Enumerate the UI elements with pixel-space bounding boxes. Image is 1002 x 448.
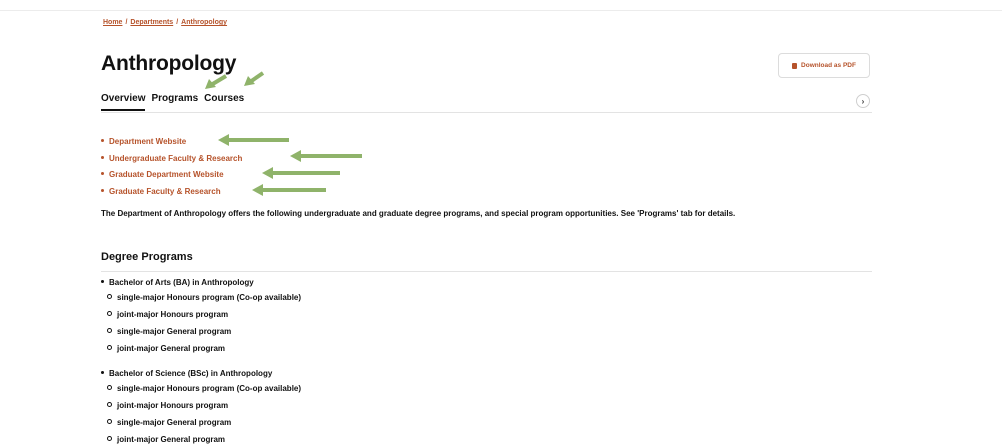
circle-bullet-icon: [107, 402, 112, 408]
download-pdf-label: Download as PDF: [801, 62, 856, 69]
ba-program-list: Bachelor of Arts (BA) in Anthropology si…: [101, 277, 301, 357]
arrow-icon: [205, 74, 228, 89]
program-option: single-major General program: [117, 418, 232, 427]
breadcrumb-separator: /: [125, 19, 128, 26]
tab-bar: Overview Programs Courses: [101, 93, 244, 111]
department-website-link[interactable]: Department Website: [109, 137, 186, 146]
department-links: Department Website Undergraduate Faculty…: [101, 134, 242, 200]
bullet-icon: [101, 280, 104, 284]
program-option: single-major Honours program (Co-op avai…: [117, 293, 302, 302]
list-item: single-major Honours program (Co-op avai…: [101, 380, 301, 397]
arrow-icon: [252, 184, 326, 196]
list-item: single-major Honours program (Co-op avai…: [101, 289, 301, 306]
graduate-department-website-link[interactable]: Graduate Department Website: [109, 170, 224, 179]
arrow-icon: [290, 150, 362, 162]
bsc-program-list: Bachelor of Science (BSc) in Anthropolog…: [101, 368, 301, 448]
degree-item-ba: Bachelor of Arts (BA) in Anthropology: [101, 277, 301, 289]
bullet-icon: [101, 172, 104, 176]
list-item: Graduate Faculty & Research: [101, 184, 242, 201]
bullet-icon: [101, 139, 104, 143]
list-item: joint-major Honours program: [101, 397, 301, 414]
intro-paragraph: The Department of Anthropology offers th…: [101, 209, 736, 218]
tab-courses[interactable]: Courses: [204, 93, 244, 111]
degree-programs-heading: Degree Programs: [101, 251, 193, 263]
circle-bullet-icon: [107, 294, 112, 300]
top-divider: [0, 10, 1002, 11]
list-item: single-major General program: [101, 414, 301, 431]
program-option: single-major General program: [117, 327, 232, 336]
chevron-right-icon: ›: [861, 96, 865, 106]
circle-bullet-icon: [107, 311, 112, 317]
breadcrumb-anthropology-link[interactable]: Anthropology: [181, 19, 227, 26]
download-pdf-button[interactable]: Download as PDF: [778, 53, 870, 78]
circle-bullet-icon: [107, 328, 112, 334]
arrow-icon: [244, 71, 265, 86]
graduate-faculty-research-link[interactable]: Graduate Faculty & Research: [109, 187, 221, 196]
list-item: Graduate Department Website: [101, 167, 242, 184]
circle-bullet-icon: [107, 419, 112, 425]
tabs-scroll-button[interactable]: ›: [856, 94, 870, 108]
bullet-icon: [101, 188, 104, 192]
breadcrumb-departments-link[interactable]: Departments: [130, 19, 173, 26]
list-item: joint-major Honours program: [101, 306, 301, 323]
circle-bullet-icon: [107, 436, 112, 442]
list-item: single-major General program: [101, 323, 301, 340]
list-item: joint-major General program: [101, 340, 301, 357]
circle-bullet-icon: [107, 385, 112, 391]
breadcrumb-home-link[interactable]: Home: [103, 19, 122, 26]
degree-item-bsc: Bachelor of Science (BSc) in Anthropolog…: [101, 368, 301, 380]
degree-name: Bachelor of Arts (BA) in Anthropology: [109, 278, 254, 287]
program-option: joint-major Honours program: [117, 401, 229, 410]
breadcrumb: Home / Departments / Anthropology: [103, 19, 227, 26]
bullet-icon: [101, 155, 104, 159]
pdf-file-icon: [792, 62, 798, 69]
page-title: Anthropology: [101, 52, 237, 75]
undergraduate-faculty-research-link[interactable]: Undergraduate Faculty & Research: [109, 154, 242, 163]
program-option: joint-major General program: [117, 344, 226, 353]
tab-programs[interactable]: Programs: [151, 93, 198, 111]
breadcrumb-separator: /: [176, 19, 179, 26]
bullet-icon: [101, 371, 104, 375]
program-option: joint-major Honours program: [117, 310, 229, 319]
list-item: Department Website: [101, 134, 242, 151]
degree-name: Bachelor of Science (BSc) in Anthropolog…: [109, 369, 273, 378]
arrow-icon: [262, 167, 340, 179]
list-item: Undergraduate Faculty & Research: [101, 151, 242, 168]
section-divider: [101, 271, 872, 272]
circle-bullet-icon: [107, 345, 112, 351]
tabs-divider: [101, 112, 872, 113]
program-option: single-major Honours program (Co-op avai…: [117, 384, 302, 393]
tab-overview[interactable]: Overview: [101, 93, 146, 111]
